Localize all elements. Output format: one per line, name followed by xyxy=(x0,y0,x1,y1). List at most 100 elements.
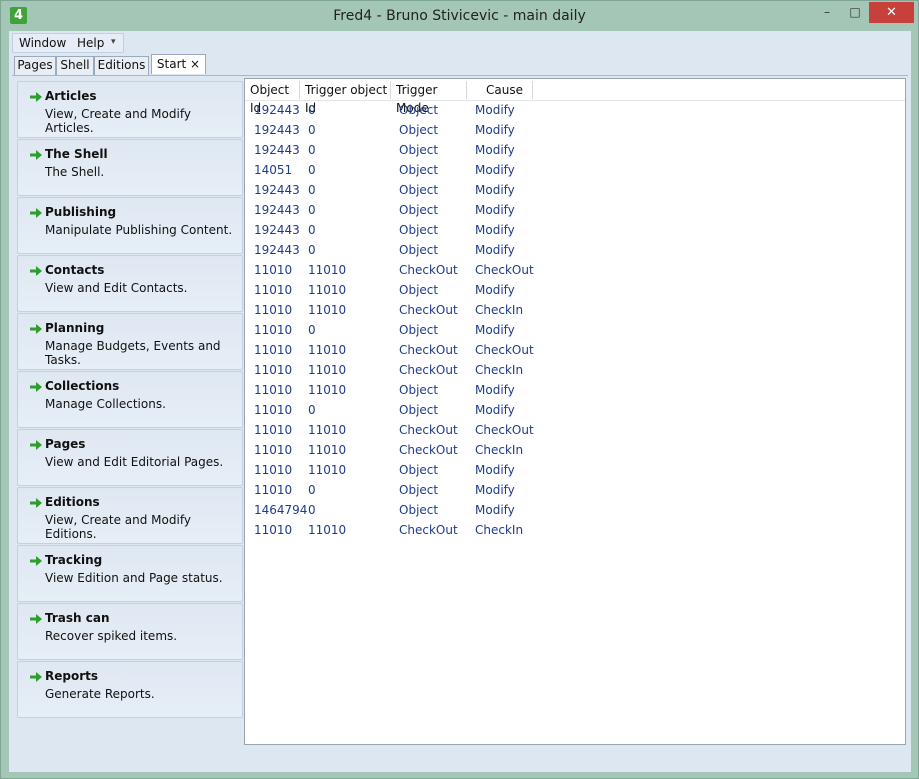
sidebar-card-title: Editions xyxy=(45,495,100,509)
table-cell: 192443 xyxy=(254,123,300,137)
table-row[interactable]: 11010 0 Object Modify xyxy=(245,481,905,501)
table-row[interactable]: 192443 0 Object Modify xyxy=(245,241,905,261)
table-row[interactable]: 11010 11010 CheckOut CheckIn xyxy=(245,361,905,381)
table-row[interactable]: 11010 11010 CheckOut CheckOut xyxy=(245,421,905,441)
table-cell: 0 xyxy=(308,123,316,137)
table-cell: 0 xyxy=(308,143,316,157)
column-header-cause[interactable]: Cause xyxy=(467,81,533,99)
table-cell: Object xyxy=(399,283,439,297)
menu-window[interactable]: Window xyxy=(19,36,66,50)
table-row[interactable]: 14051 0 Object Modify xyxy=(245,161,905,181)
table-cell: Modify xyxy=(475,283,515,297)
table-cell: CheckIn xyxy=(475,363,524,377)
table-row[interactable]: 11010 0 Object Modify xyxy=(245,321,905,341)
table-cell: CheckOut xyxy=(399,343,458,357)
table-row[interactable]: 11010 11010 Object Modify xyxy=(245,461,905,481)
column-header-trigger-object-id[interactable]: Trigger object Id xyxy=(300,81,391,115)
table-cell: 192443 xyxy=(254,203,300,217)
table-cell: Object xyxy=(399,103,439,117)
start-sidebar: Articles View, Create and Modify Articles… xyxy=(17,81,243,749)
table-cell: 11010 xyxy=(254,443,293,457)
column-header-object-id[interactable]: Object Id xyxy=(245,81,300,115)
sidebar-card-description: Generate Reports. xyxy=(45,687,155,701)
table-cell: CheckOut xyxy=(475,343,534,357)
table-cell: Modify xyxy=(475,403,515,417)
sidebar-card-planning[interactable]: Planning Manage Budgets, Events and Tasks… xyxy=(17,313,243,370)
table-cell: 0 xyxy=(308,183,316,197)
tab-shell[interactable]: Shell xyxy=(56,56,94,75)
table-cell: 11010 xyxy=(254,403,293,417)
sidebar-card-editions[interactable]: Editions View, Create and Modify Editions… xyxy=(17,487,243,544)
table-row[interactable]: 11010 11010 CheckOut CheckIn xyxy=(245,441,905,461)
table-cell: 0 xyxy=(308,163,316,177)
table-cell: 11010 xyxy=(308,523,347,537)
table-row[interactable]: 1464794 0 Object Modify xyxy=(245,501,905,521)
sidebar-card-the-shell[interactable]: The Shell The Shell. xyxy=(17,139,243,196)
table-cell: Object xyxy=(399,403,439,417)
tab-editions[interactable]: Editions xyxy=(94,56,149,75)
table-cell: Object xyxy=(399,143,439,157)
table-row[interactable]: 11010 11010 Object Modify xyxy=(245,381,905,401)
table-row[interactable]: 192443 0 Object Modify xyxy=(245,121,905,141)
arrow-right-icon xyxy=(30,498,42,508)
table-cell: Object xyxy=(399,503,439,517)
close-button[interactable]: ✕ xyxy=(869,2,914,23)
table-cell: 11010 xyxy=(254,523,293,537)
table-cell: CheckOut xyxy=(399,523,458,537)
tab-start[interactable]: Start × xyxy=(151,54,206,74)
table-row[interactable]: 11010 0 Object Modify xyxy=(245,401,905,421)
trigger-grid[interactable]: Object Id Trigger object Id Trigger Mode… xyxy=(244,78,906,745)
menu-help[interactable]: Help xyxy=(77,36,104,50)
sidebar-card-description: View and Edit Contacts. xyxy=(45,281,188,295)
table-cell: 11010 xyxy=(308,263,347,277)
table-cell: CheckIn xyxy=(475,523,524,537)
sidebar-card-reports[interactable]: Reports Generate Reports. xyxy=(17,661,243,718)
table-cell: 192443 xyxy=(254,143,300,157)
table-cell: Object xyxy=(399,463,439,477)
sidebar-card-collections[interactable]: Collections Manage Collections. xyxy=(17,371,243,428)
menu-overflow-icon[interactable]: ▾ xyxy=(111,37,116,47)
arrow-right-icon xyxy=(30,208,42,218)
client-area: Window Help ▾ Pages Shell Editions Start… xyxy=(9,31,911,772)
maximize-button[interactable]: □ xyxy=(841,2,869,23)
title-bar[interactable]: 4 Fred4 - Bruno Stivicevic - main daily … xyxy=(1,1,918,31)
sidebar-card-contacts[interactable]: Contacts View and Edit Contacts. xyxy=(17,255,243,312)
table-row[interactable]: 192443 0 Object Modify xyxy=(245,101,905,121)
table-row[interactable]: 192443 0 Object Modify xyxy=(245,201,905,221)
table-cell: Modify xyxy=(475,223,515,237)
table-cell: 0 xyxy=(308,203,316,217)
sidebar-card-title: Publishing xyxy=(45,205,117,219)
sidebar-card-description: View Edition and Page status. xyxy=(45,571,223,585)
table-row[interactable]: 11010 11010 CheckOut CheckIn xyxy=(245,301,905,321)
sidebar-card-trash-can[interactable]: Trash can Recover spiked items. xyxy=(17,603,243,660)
table-row[interactable]: 11010 11010 Object Modify xyxy=(245,281,905,301)
table-row[interactable]: 11010 11010 CheckOut CheckIn xyxy=(245,521,905,541)
sidebar-card-articles[interactable]: Articles View, Create and Modify Articles… xyxy=(17,81,243,138)
minimize-button[interactable]: – xyxy=(813,2,841,23)
arrow-right-icon xyxy=(30,150,42,160)
table-row[interactable]: 192443 0 Object Modify xyxy=(245,221,905,241)
table-cell: Object xyxy=(399,203,439,217)
table-row[interactable]: 192443 0 Object Modify xyxy=(245,181,905,201)
sidebar-card-description: The Shell. xyxy=(45,165,105,179)
table-cell: Modify xyxy=(475,483,515,497)
table-row[interactable]: 192443 0 Object Modify xyxy=(245,141,905,161)
sidebar-card-pages[interactable]: Pages View and Edit Editorial Pages. xyxy=(17,429,243,486)
sidebar-card-publishing[interactable]: Publishing Manipulate Publishing Content. xyxy=(17,197,243,254)
table-cell: CheckOut xyxy=(399,443,458,457)
table-cell: Object xyxy=(399,163,439,177)
tab-pages[interactable]: Pages xyxy=(14,56,56,75)
arrow-right-icon xyxy=(30,440,42,450)
table-cell: Modify xyxy=(475,123,515,137)
table-cell: CheckIn xyxy=(475,303,524,317)
table-cell: 11010 xyxy=(308,443,347,457)
table-row[interactable]: 11010 11010 CheckOut CheckOut xyxy=(245,341,905,361)
table-row[interactable]: 11010 11010 CheckOut CheckOut xyxy=(245,261,905,281)
table-cell: 0 xyxy=(308,323,316,337)
arrow-right-icon xyxy=(30,556,42,566)
table-cell: 0 xyxy=(308,503,316,517)
sidebar-card-title: Planning xyxy=(45,321,105,335)
arrow-right-icon xyxy=(30,672,42,682)
sidebar-card-tracking[interactable]: Tracking View Edition and Page status. xyxy=(17,545,243,602)
column-header-trigger-mode[interactable]: Trigger Mode xyxy=(391,81,467,115)
